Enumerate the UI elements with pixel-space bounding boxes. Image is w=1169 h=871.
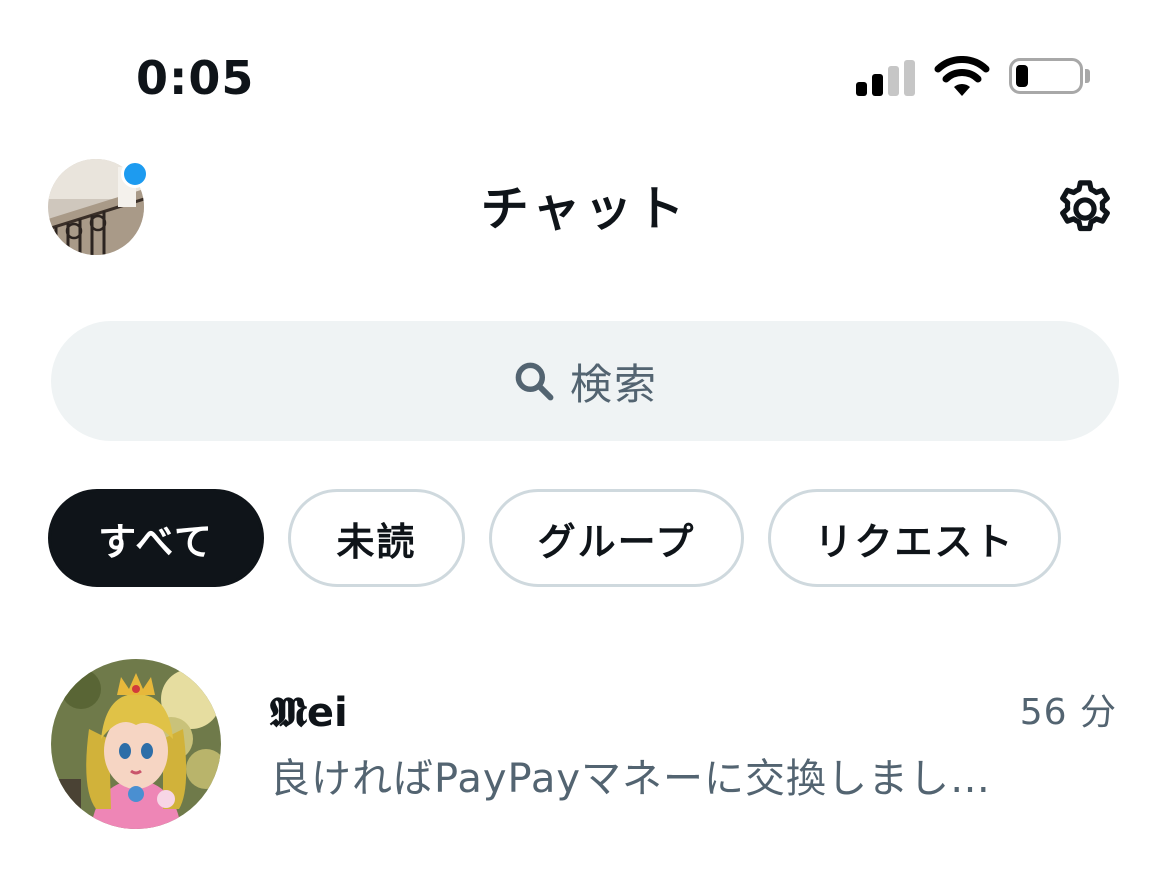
filter-chip-unread[interactable]: 未読 (288, 489, 465, 587)
filter-chip-group[interactable]: グループ (489, 489, 744, 587)
page-title: チャット (480, 181, 689, 237)
search-placeholder: 検索 (569, 359, 658, 409)
wifi-icon (934, 56, 990, 96)
filter-chip-requests[interactable]: リクエスト (768, 489, 1061, 587)
signal-icon (856, 60, 916, 96)
battery-cap (1085, 69, 1090, 83)
settings-gear-icon[interactable] (1052, 176, 1118, 242)
conversation-preview: 良ければPayPayマネーに交換しまし… (270, 756, 992, 802)
conversation-row[interactable]: 𝕸ei 56 分 良ければPayPayマネーに交換しまし… (0, 640, 1169, 850)
search-icon (515, 362, 554, 401)
conversation-avatar-image (51, 659, 221, 829)
battery-level (1016, 65, 1028, 87)
battery-icon (1009, 58, 1083, 94)
conversation-timestamp: 56 分 (1019, 692, 1117, 733)
filter-chip-all[interactable]: すべて (48, 489, 264, 587)
search-input[interactable]: 検索 (51, 321, 1119, 441)
conversation-avatar (51, 659, 221, 829)
status-time: 0:05 (136, 51, 255, 105)
conversation-name: 𝕸ei (270, 690, 348, 736)
